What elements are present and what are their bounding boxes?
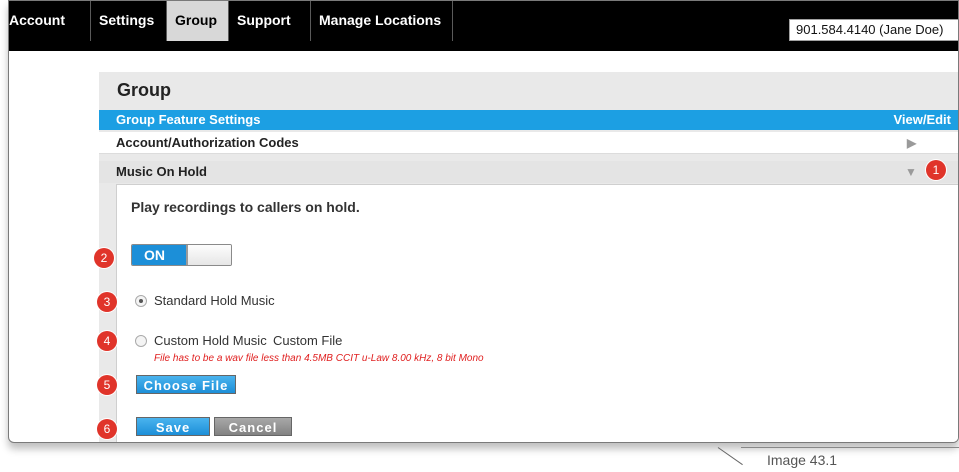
file-requirements-note: File has to be a wav file less than 4.5M… [154,353,484,364]
phone-select[interactable]: 901.584.4140 (Jane Doe) [789,19,958,41]
standard-hold-music-radio[interactable] [135,295,147,307]
image-caption: Image 43.1 [767,452,838,468]
row-label: Music On Hold [116,164,207,179]
choose-file-button[interactable]: Choose File [136,375,236,394]
group-panel: Group Group Feature Settings View/Edit A… [99,72,958,442]
custom-hold-music-label: Custom Hold Music [154,333,267,348]
top-nav: Account Settings Group Support Manage Lo… [9,1,958,51]
expand-arrow-icon[interactable]: ▶ [907,132,916,154]
feature-settings-label: Group Feature Settings [116,112,261,127]
callout-badge-5: 5 [97,375,117,395]
tab-settings[interactable]: Settings [91,1,167,41]
callout-badge-1: 1 [926,160,946,180]
collapse-arrow-icon[interactable]: ▼ [905,161,917,183]
callout-badge-6: 6 [97,419,117,439]
custom-file-label: Custom File [273,333,343,348]
custom-hold-music-radio[interactable] [135,335,147,347]
save-button[interactable]: Save [136,417,210,436]
tab-group[interactable]: Group [167,1,229,41]
row-account-authorization-codes[interactable]: Account/Authorization Codes ▶ [99,132,958,154]
standard-hold-music-label: Standard Hold Music [154,293,275,308]
feature-settings-bar: Group Feature Settings View/Edit [99,110,958,130]
description: Play recordings to callers on hold. [131,199,360,215]
tab-manage-locations[interactable]: Manage Locations [311,1,453,41]
callout-badge-2: 2 [94,248,114,268]
row-music-on-hold[interactable]: Music On Hold ▼ [99,161,958,183]
caption-divider [717,447,743,466]
toggle-knob[interactable] [186,245,231,265]
music-on-hold-panel: Play recordings to callers on hold. ON S… [116,184,958,442]
tab-support[interactable]: Support [229,1,311,41]
toggle-on-label: ON [132,245,186,265]
page-title: Group [117,80,171,100]
callout-badge-3: 3 [97,292,117,312]
cancel-button[interactable]: Cancel [214,417,292,436]
callout-badge-4: 4 [97,331,117,351]
row-label: Account/Authorization Codes [116,135,299,150]
tab-account[interactable]: Account [9,1,91,41]
browser-window: Account Settings Group Support Manage Lo… [8,0,959,443]
view-edit-link[interactable]: View/Edit [893,110,951,130]
music-on-hold-toggle[interactable]: ON [131,244,232,266]
